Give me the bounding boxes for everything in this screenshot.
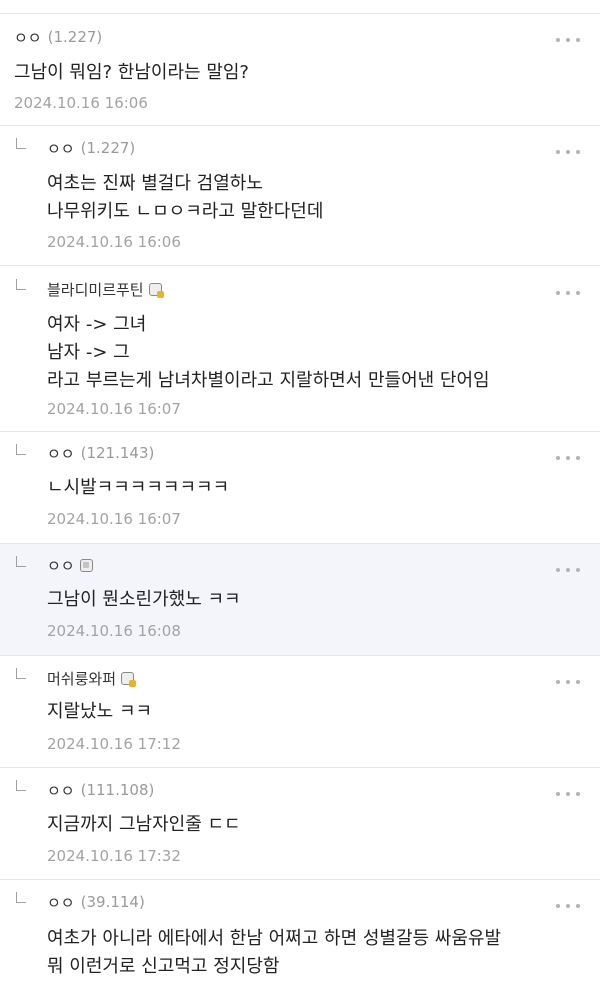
reply-arrow-icon [16, 668, 26, 679]
comment-nickname[interactable]: ㅇㅇ [47, 555, 75, 576]
reply-item: 블라디미르푸틴 여자 -> 그녀 남자 -> 그 라고 부르는게 남녀차별이라고… [0, 266, 600, 432]
comment-line: 그남이 뭐임? 한남이라는 말임? [14, 62, 249, 83]
comment-line: ㄴ시발ㅋㅋㅋㅋㅋㅋㅋㅋ [47, 477, 230, 498]
gallery-member-icon [79, 558, 93, 572]
more-options-icon[interactable] [556, 563, 580, 577]
comment-line: 나무위키도 ㄴㅁㅇㅋ라고 말한다던데 [47, 201, 324, 222]
comment-line: 여초는 진짜 별걸다 검열하노 [47, 173, 263, 194]
reply-item: ㅇㅇ (39.114) 여초가 아니라 에타에서 한남 어쩌고 하면 성별갈등 … [0, 880, 600, 982]
comment-header: ㅇㅇ (39.114) [47, 892, 145, 912]
comment-nickname[interactable]: 머쉬룽와퍼 [47, 668, 116, 689]
reply-item: 머쉬룽와퍼 지랄났노 ㅋㅋ 2024.10.16 17:12 [0, 656, 600, 768]
comment-header: ㅇㅇ (111.108) [47, 780, 154, 800]
comment-body: ㄴ시발ㅋㅋㅋㅋㅋㅋㅋㅋ [47, 474, 229, 502]
comment-body: 그남이 뭔소린가했노 ㅋㅋ [47, 586, 241, 614]
reply-arrow-icon [16, 444, 26, 455]
comment-item: ㅇㅇ (1.227) 그남이 뭐임? 한남이라는 말임? 2024.10.16 … [0, 14, 600, 126]
reply-arrow-icon [16, 138, 26, 149]
more-options-icon[interactable] [556, 787, 580, 801]
comment-header: ㅇㅇ [47, 555, 93, 575]
comment-body: 여초가 아니라 에타에서 한남 어쩌고 하면 성별갈등 싸움유발 뭐 이런거로 … [47, 925, 501, 981]
comment-header: ㅇㅇ (121.143) [47, 443, 154, 463]
fixed-nick-badge-icon [121, 671, 137, 687]
more-options-icon[interactable] [556, 899, 580, 913]
comment-line: 지금까지 그남자인줄 ㄷㄷ [47, 814, 241, 835]
comment-line: 뭐 이런거로 신고먹고 정지당함 [47, 956, 280, 977]
comment-line: 지랄났노 ㅋㅋ [47, 701, 153, 722]
reply-arrow-icon [16, 780, 26, 791]
comment-line: 그남이 뭔소린가했노 ㅋㅋ [47, 589, 241, 610]
comment-header: ㅇㅇ (1.227) [14, 27, 102, 47]
reply-arrow-icon [16, 556, 26, 567]
comment-date: 2024.10.16 16:08 [47, 622, 181, 640]
comment-line: 여자 -> 그녀 [47, 314, 147, 335]
comment-body: 여자 -> 그녀 남자 -> 그 라고 부르는게 남녀차별이라고 지랄하면서 만… [47, 311, 490, 395]
comment-line: 남자 -> 그 [47, 342, 130, 363]
comment-ip: (39.114) [80, 893, 145, 911]
comment-date: 2024.10.16 17:12 [47, 735, 181, 753]
comment-body: 지랄났노 ㅋㅋ [47, 698, 152, 726]
comment-header: 블라디미르푸틴 [47, 279, 164, 300]
comment-date: 2024.10.16 16:07 [47, 510, 181, 528]
reply-arrow-icon [16, 279, 26, 290]
comment-line: 여초가 아니라 에타에서 한남 어쩌고 하면 성별갈등 싸움유발 [47, 928, 502, 949]
more-options-icon[interactable] [556, 286, 580, 300]
comment-body: 그남이 뭐임? 한남이라는 말임? [14, 59, 249, 87]
more-options-icon[interactable] [556, 33, 580, 47]
reply-item: ㅇㅇ (1.227) 여초는 진짜 별걸다 검열하노 나무위키도 ㄴㅁㅇㅋ라고 … [0, 126, 600, 266]
comment-date: 2024.10.16 16:07 [47, 400, 181, 418]
comment-nickname[interactable]: ㅇㅇ [47, 892, 75, 913]
comment-date: 2024.10.16 17:32 [47, 847, 181, 865]
more-options-icon[interactable] [556, 145, 580, 159]
comment-header: 머쉬룽와퍼 [47, 668, 137, 689]
comment-body: 여초는 진짜 별걸다 검열하노 나무위키도 ㄴㅁㅇㅋ라고 말한다던데 [47, 170, 323, 226]
reply-item: ㅇㅇ (111.108) 지금까지 그남자인줄 ㄷㄷ 2024.10.16 17… [0, 768, 600, 880]
comment-nickname[interactable]: ㅇㅇ [14, 27, 42, 48]
comment-ip: (121.143) [80, 444, 155, 462]
comment-ip: (111.108) [80, 781, 155, 799]
reply-item-highlighted: ㅇㅇ 그남이 뭔소린가했노 ㅋㅋ 2024.10.16 16:08 [0, 544, 600, 656]
comment-ip: (1.227) [47, 28, 103, 46]
comment-nickname[interactable]: ㅇㅇ [47, 780, 75, 801]
reply-arrow-icon [16, 892, 26, 903]
more-options-icon[interactable] [556, 675, 580, 689]
more-options-icon[interactable] [556, 451, 580, 465]
fixed-nick-badge-icon [148, 282, 164, 298]
comment-date: 2024.10.16 16:06 [47, 233, 181, 251]
comment-ip: (1.227) [80, 139, 136, 157]
comment-nickname[interactable]: ㅇㅇ [47, 443, 75, 464]
reply-item: ㅇㅇ (121.143) ㄴ시발ㅋㅋㅋㅋㅋㅋㅋㅋ 2024.10.16 16:0… [0, 432, 600, 544]
comment-date: 2024.10.16 16:06 [14, 94, 148, 112]
comment-nickname[interactable]: 블라디미르푸틴 [47, 279, 144, 300]
comment-line: 라고 부르는게 남녀차별이라고 지랄하면서 만들어낸 단어임 [47, 370, 490, 391]
comment-nickname[interactable]: ㅇㅇ [47, 138, 75, 159]
comment-body: 지금까지 그남자인줄 ㄷㄷ [47, 811, 241, 839]
comment-header: ㅇㅇ (1.227) [47, 138, 135, 158]
